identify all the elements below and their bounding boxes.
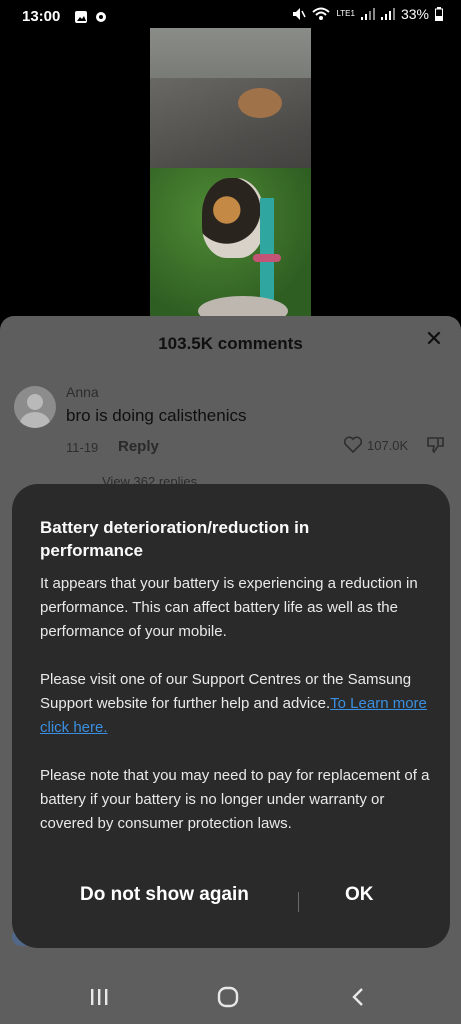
signal-icon-2 [380,8,395,20]
close-icon[interactable]: ✕ [423,328,445,350]
dialog-body: It appears that your battery is experien… [40,572,432,860]
comment-text: bro is doing calisthenics [66,406,247,425]
like-count: 107.0K [367,437,409,453]
video-cat-distant [238,88,282,118]
comments-count-title: 103.5K comments [158,334,303,353]
gallery-icon [75,11,87,23]
dialog-paragraph-2: Please visit one of our Support Centres … [40,668,432,740]
battery-dialog: Battery deterioration/reduction in perfo… [12,484,450,948]
dialog-title: Battery deterioration/reduction in perfo… [40,518,310,560]
dialog-paragraph-3: Please note that you may need to pay for… [40,767,430,832]
home-icon [217,986,239,1008]
network-label: LTE1 [336,9,355,18]
status-time: 13:00 [22,8,61,25]
dialog-paragraph-1: It appears that your battery is experien… [40,575,418,640]
video-player[interactable] [150,28,311,320]
like-button[interactable]: 107.0K [343,436,408,454]
button-divider [298,892,299,912]
battery-icon [435,7,443,21]
signal-icon [360,8,375,20]
recents-icon [91,989,108,1005]
dialog-button-row: Do not show again OK [12,884,450,920]
dislike-icon[interactable] [425,436,445,454]
avatar[interactable] [14,386,56,428]
back-button[interactable] [343,982,373,1012]
video-pole-ring [253,254,281,262]
status-right-group: LTE1 33% [292,6,443,22]
reply-button[interactable]: Reply [118,438,159,455]
settings-icon [96,12,106,22]
battery-percent: 33% [400,6,429,22]
mute-icon [293,8,307,20]
recents-button[interactable] [84,982,114,1012]
back-icon [352,988,363,1006]
ok-button[interactable]: OK [345,884,374,906]
comment-author[interactable]: Anna [66,384,99,400]
comment-date: 11-19 [66,440,99,455]
home-button[interactable] [213,982,243,1012]
navigation-bar [0,970,461,1024]
heart-icon [343,436,363,454]
do-not-show-again-button[interactable]: Do not show again [80,884,249,906]
video-cat [202,178,264,258]
wifi-icon [312,7,331,20]
